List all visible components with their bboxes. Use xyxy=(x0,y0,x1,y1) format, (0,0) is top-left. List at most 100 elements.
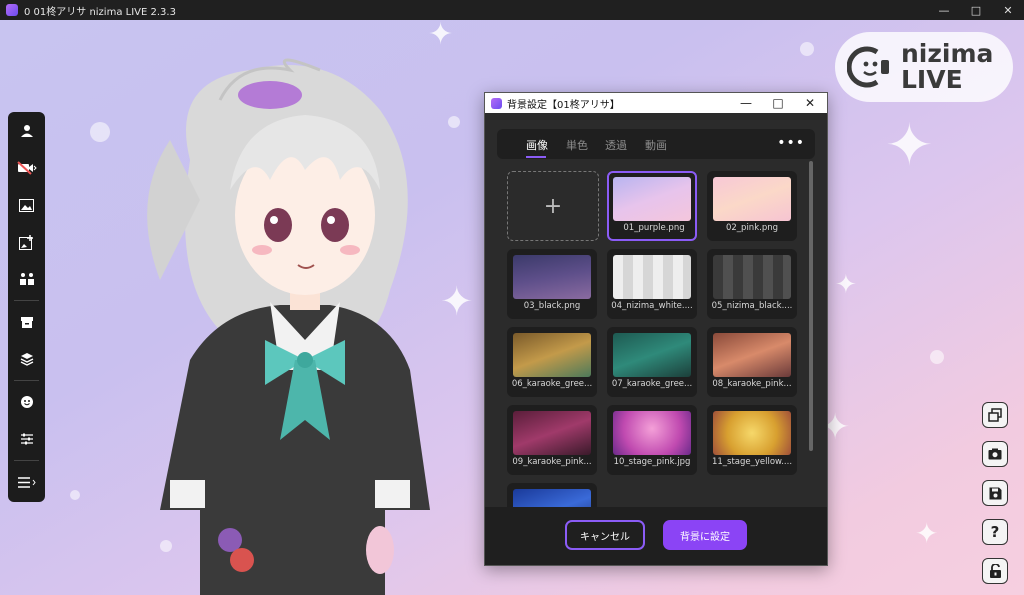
tab-video[interactable]: 動画 xyxy=(645,137,667,153)
dialog-minimize-button[interactable]: — xyxy=(731,93,761,113)
app-icon xyxy=(6,4,18,16)
image-tile[interactable] xyxy=(507,483,597,507)
background-button[interactable] xyxy=(8,190,45,220)
thumbnail xyxy=(713,177,791,221)
adjust-button[interactable] xyxy=(8,424,45,454)
thumbnail xyxy=(513,333,591,377)
bubble-decoration xyxy=(70,490,80,500)
image-tile[interactable]: 06_karaoke_gree... xyxy=(507,327,597,397)
bubble-decoration xyxy=(930,350,944,364)
thumbnail xyxy=(513,411,591,455)
bubble-decoration xyxy=(800,42,814,56)
camera-toggle-button[interactable] xyxy=(8,153,45,183)
layers-icon xyxy=(20,353,33,366)
two-person-icon xyxy=(19,273,34,285)
collab-button[interactable] xyxy=(8,264,45,294)
tab-solid-color[interactable]: 単色 xyxy=(566,137,588,153)
image-tile[interactable]: 02_pink.png xyxy=(707,171,797,241)
thumbnail xyxy=(613,177,691,221)
close-button[interactable]: ✕ xyxy=(992,0,1024,20)
dialog-close-button[interactable]: ✕ xyxy=(795,93,825,113)
image-filename: 06_karaoke_gree... xyxy=(511,379,593,389)
box-icon xyxy=(20,317,33,328)
logo-mark-icon xyxy=(847,46,889,88)
add-image-tile[interactable]: + xyxy=(507,171,599,241)
image-tile[interactable]: 10_stage_pink.jpg xyxy=(607,405,697,475)
avatar-button[interactable] xyxy=(8,116,45,146)
app-title: 0 01柊アリサ nizima LIVE 2.3.3 xyxy=(24,6,176,18)
image-tile[interactable]: 09_karaoke_pink... xyxy=(507,405,597,475)
save-button[interactable] xyxy=(982,480,1008,506)
toolbar-divider xyxy=(14,460,39,461)
expression-button[interactable] xyxy=(8,387,45,417)
maximize-button[interactable]: □ xyxy=(960,0,992,20)
windows-icon xyxy=(988,408,1002,422)
image-filename: 03_black.png xyxy=(523,301,581,311)
image-tile[interactable]: 05_nizima_black.... xyxy=(707,249,797,319)
thumbnail xyxy=(613,333,691,377)
help-button[interactable]: ? xyxy=(982,519,1008,545)
image-filename: 01_purple.png xyxy=(623,223,685,233)
sparkle-decoration: ✦ xyxy=(885,111,934,179)
sparkle-decoration: ✦ xyxy=(835,270,857,300)
menu-button[interactable] xyxy=(8,467,45,497)
window-mode-button[interactable] xyxy=(982,402,1008,428)
menu-icon xyxy=(17,476,36,488)
person-icon xyxy=(20,125,33,137)
tab-bar: 画像 単色 透過 動画 ••• xyxy=(497,129,815,159)
logo-text-line1: nizima xyxy=(901,39,994,68)
image-tile[interactable]: 04_nizima_white.... xyxy=(607,249,697,319)
background-settings-dialog: 背景設定【01柊アリサ】 — □ ✕ 画像 単色 透過 動画 ••• + 01_… xyxy=(484,92,828,566)
plus-icon: + xyxy=(543,193,563,219)
thumbnail xyxy=(613,411,691,455)
lock-button[interactable] xyxy=(982,558,1008,584)
bubble-decoration xyxy=(90,122,110,142)
grid-scrollbar[interactable] xyxy=(809,161,813,451)
image-filename: 07_karaoke_gree... xyxy=(611,379,693,389)
sparkle-decoration: ✦ xyxy=(915,517,939,550)
dialog-title: 背景設定【01柊アリサ】 xyxy=(507,99,620,111)
image-tile[interactable]: 01_purple.png xyxy=(607,171,697,241)
nizima-live-logo: nizima LIVE xyxy=(835,32,1013,102)
image-tile[interactable]: 11_stage_yellow.... xyxy=(707,405,797,475)
logo-text-line2: LIVE xyxy=(901,65,963,94)
image-filename: 02_pink.png xyxy=(725,223,778,233)
tab-transparent[interactable]: 透過 xyxy=(605,137,627,153)
image-icon xyxy=(19,198,34,212)
more-options-icon[interactable]: ••• xyxy=(777,135,805,151)
image-filename: 11_stage_yellow.... xyxy=(711,457,793,467)
cancel-button[interactable]: キャンセル xyxy=(565,520,645,550)
image-filename: 04_nizima_white.... xyxy=(611,301,693,311)
avatar-character xyxy=(147,58,430,595)
camera-icon xyxy=(988,448,1002,460)
image-tile[interactable]: 08_karaoke_pink... xyxy=(707,327,797,397)
minimize-button[interactable]: — xyxy=(928,0,960,20)
layers-button[interactable] xyxy=(8,344,45,374)
image-filename: 05_nizima_black.... xyxy=(711,301,793,311)
dialog-title-bar: 背景設定【01柊アリサ】 — □ ✕ xyxy=(485,93,827,113)
dialog-maximize-button[interactable]: □ xyxy=(763,93,793,113)
unlock-icon xyxy=(989,564,1001,578)
image-filename: 09_karaoke_pink... xyxy=(512,457,592,467)
thumbnail xyxy=(713,255,791,299)
thumbnail xyxy=(713,333,791,377)
image-tile[interactable]: 07_karaoke_gree... xyxy=(607,327,697,397)
tab-image[interactable]: 画像 xyxy=(526,137,548,153)
thumbnail xyxy=(513,489,591,507)
set-background-button[interactable]: 背景に設定 xyxy=(663,520,747,550)
left-toolbar xyxy=(8,112,45,502)
add-item-button[interactable] xyxy=(8,227,45,257)
item-box-button[interactable] xyxy=(8,307,45,337)
thumbnail xyxy=(713,411,791,455)
dialog-app-icon xyxy=(491,97,502,109)
sliders-icon xyxy=(20,433,33,445)
image-filename: 10_stage_pink.jpg xyxy=(613,457,691,467)
smile-icon xyxy=(20,396,33,408)
video-off-icon xyxy=(16,161,37,175)
thumbnail xyxy=(613,255,691,299)
screenshot-button[interactable] xyxy=(982,441,1008,467)
active-tab-indicator xyxy=(526,156,546,158)
save-icon xyxy=(989,487,1001,499)
image-tile[interactable]: 03_black.png xyxy=(507,249,597,319)
image-grid: + 01_purple.png 02_pink.png 03_black.png… xyxy=(485,167,815,507)
